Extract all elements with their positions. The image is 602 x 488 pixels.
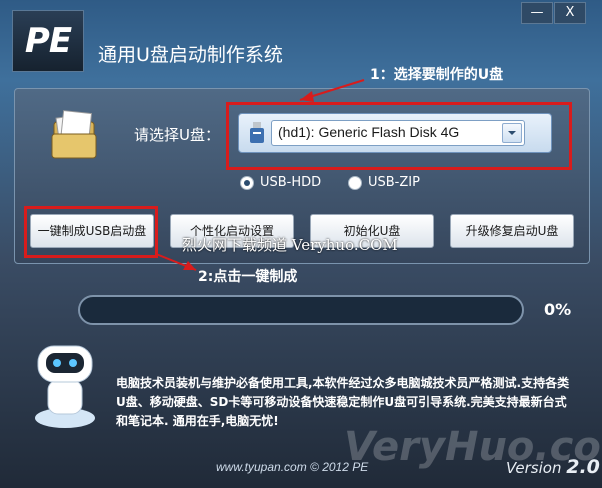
folder-drive-icon <box>51 110 97 159</box>
highlight-box-selector <box>226 102 572 170</box>
pe-logo: PE <box>12 10 84 72</box>
description-text: 电脑技术员装机与维护必备使用工具,本软件经过众多电脑城技术员严格测试.支持各类U… <box>116 376 570 428</box>
version-number: 2.0 <box>566 456 600 478</box>
progress-percent: 0% <box>544 300 572 319</box>
upgrade-repair-button[interactable]: 升级修复启动U盘 <box>450 214 574 248</box>
app-window: PE 通用U盘启动制作系统 — X 请选择U盘： (hd1): Generic … <box>0 0 602 488</box>
version-label: Version 2.0 <box>506 456 600 478</box>
version-word: Version <box>506 459 562 477</box>
radio-usb-hdd[interactable]: USB-HDD <box>240 175 321 190</box>
app-title: 通用U盘启动制作系统 <box>98 44 283 66</box>
site-watermark: 烈火网下载频道 Veryhuo.COM <box>182 236 398 254</box>
radio-usb-zip-dot[interactable] <box>348 175 362 190</box>
radio-usb-zip-label: USB-ZIP <box>368 175 420 190</box>
window-controls: — X <box>520 2 586 24</box>
progress-bar <box>78 295 524 325</box>
annotation-step-2: 2:点击一键制成 <box>198 269 298 285</box>
radio-usb-zip[interactable]: USB-ZIP <box>348 175 420 190</box>
annotation-step-1: 1：选择要制作的U盘 <box>370 67 504 83</box>
highlight-box-make-button <box>24 206 158 258</box>
robot-mascot-icon <box>35 345 95 428</box>
select-usb-label: 请选择U盘： <box>134 126 220 144</box>
title-bar[interactable]: PE 通用U盘启动制作系统 — X <box>0 0 602 80</box>
radio-usb-hdd-label: USB-HDD <box>260 175 322 190</box>
footer-copyright: www.tyupan.com © 2012 PE <box>216 460 369 474</box>
minimize-button[interactable]: — <box>521 2 553 24</box>
radio-usb-hdd-dot[interactable] <box>240 175 254 190</box>
close-button[interactable]: X <box>554 2 586 24</box>
